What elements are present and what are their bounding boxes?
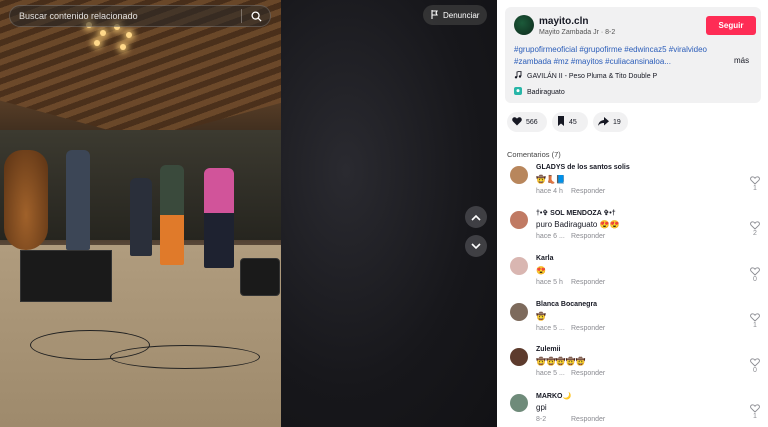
author-username[interactable]: mayito.cln (539, 16, 588, 27)
reply-button[interactable]: Responder (571, 188, 605, 195)
caption-more-link[interactable]: más (734, 56, 749, 65)
performer (160, 165, 184, 265)
stage-monitor-speaker (240, 258, 280, 296)
comment-time: hace 5 ... (536, 325, 565, 332)
comment-item: †•✞ SOL MENDOZA ✞•† puro Badiraguato 😍😍 … (507, 209, 763, 253)
commenter-name[interactable]: MARKO🌙 (536, 392, 571, 400)
bookmark-icon (557, 116, 565, 128)
chandelier-light (120, 44, 126, 50)
comment-text: 🤠 (536, 312, 546, 321)
commenter-avatar[interactable] (510, 166, 528, 184)
next-video-button[interactable] (465, 235, 487, 257)
search-input[interactable]: Buscar contenido relacionado (10, 11, 241, 21)
comments-title: Comentarios (7) (507, 150, 561, 159)
location-name: Badiraguato (527, 88, 565, 96)
save-button[interactable]: 45 (552, 112, 588, 132)
author-avatar[interactable] (514, 15, 534, 35)
heart-icon (512, 116, 522, 128)
double-bass (4, 150, 48, 250)
stage-monitor-speaker (20, 250, 112, 302)
comment-time: hace 6 ... (536, 233, 565, 240)
share-button[interactable]: 19 (593, 112, 628, 132)
comment-like-count: 0 (753, 367, 757, 374)
commenter-name[interactable]: Zulemii (536, 346, 561, 353)
like-button[interactable]: 566 (507, 112, 547, 132)
reply-button[interactable]: Responder (571, 370, 605, 377)
location-pin-icon (514, 87, 522, 97)
share-arrow-icon (598, 116, 609, 128)
comment-item: Blanca Bocanegra 🤠 hace 5 ... Responder … (507, 301, 763, 345)
commenter-avatar[interactable] (510, 303, 528, 321)
comment-like-count: 1 (753, 413, 757, 420)
comment-item: Karla 😍 hace 5 h Responder 0 (507, 255, 763, 299)
commenter-name[interactable]: Karla (536, 255, 554, 262)
commenter-avatar[interactable] (510, 348, 528, 366)
comment-text: gpi (536, 403, 547, 412)
previous-video-button[interactable] (465, 206, 487, 228)
search-icon[interactable] (242, 5, 270, 27)
comment-like-count: 1 (753, 185, 757, 192)
reply-button[interactable]: Responder (571, 416, 605, 423)
video-player[interactable]: Buscar contenido relacionado Denunciar (0, 0, 497, 427)
comment-item: MARKO🌙 gpi 8-2 Responder 1 (507, 392, 763, 427)
video-info-card: mayito.cln Mayito Zambada Jr · 8-2 Segui… (505, 7, 761, 103)
reply-button[interactable]: Responder (571, 233, 605, 240)
flag-icon (431, 9, 439, 21)
report-label: Denunciar (443, 10, 480, 20)
post-date: 8-2 (605, 29, 616, 36)
performer (130, 178, 152, 256)
chandelier-light (94, 40, 100, 46)
comment-text: 😍 (536, 266, 546, 275)
comment-like-count: 1 (753, 322, 757, 329)
commenter-avatar[interactable] (510, 257, 528, 275)
comment-time: hace 5 ... (536, 370, 565, 377)
follow-button[interactable]: Seguir (706, 16, 756, 35)
chandelier-light (126, 32, 132, 38)
commenter-name[interactable]: GLADYS de los santos solis (536, 164, 630, 171)
comment-item: Zulemii 🤠🤠🤠🤠🤠 hace 5 ... Responder 0 (507, 346, 763, 390)
chevron-up-icon (471, 208, 481, 226)
author-display-name: Mayito Zambada Jr (539, 29, 599, 36)
music-link[interactable]: GAVILÁN II - Peso Pluma & Tito Double P (514, 70, 658, 81)
comment-text: 🤠🤠🤠🤠🤠 (536, 357, 586, 366)
performer (204, 168, 234, 268)
report-button[interactable]: Denunciar (423, 5, 488, 25)
author-subline: Mayito Zambada Jr · 8-2 (539, 29, 615, 36)
commenter-avatar[interactable] (510, 211, 528, 229)
commenter-name[interactable]: †•✞ SOL MENDOZA ✞•† (536, 209, 616, 217)
comment-time: 8-2 (536, 416, 547, 423)
comment-item: GLADYS de los santos solis 🤠👢📘 hace 4 h … (507, 164, 763, 208)
floor-cable (110, 345, 260, 369)
performer (66, 150, 90, 250)
reply-button[interactable]: Responder (571, 325, 605, 332)
reply-button[interactable]: Responder (571, 279, 605, 286)
chandelier-light (100, 30, 106, 36)
action-bar: 566 45 19 (507, 112, 628, 132)
music-title: GAVILÁN II - Peso Pluma & Tito Double P (527, 72, 658, 80)
details-panel: mayito.cln Mayito Zambada Jr · 8-2 Segui… (497, 0, 768, 427)
music-note-icon (514, 70, 522, 81)
commenter-name[interactable]: Blanca Bocanegra (536, 301, 597, 308)
share-count: 19 (613, 118, 621, 126)
comment-like-count: 2 (753, 230, 757, 237)
like-count: 566 (526, 118, 538, 126)
location-link[interactable]: Badiraguato (514, 87, 565, 97)
comment-like-count: 0 (753, 276, 757, 283)
commenter-avatar[interactable] (510, 394, 528, 412)
app-root: Buscar contenido relacionado Denunciar m… (0, 0, 768, 427)
chevron-down-icon (471, 237, 481, 255)
comment-time: hace 5 h (536, 279, 563, 286)
save-count: 45 (569, 118, 577, 126)
video-frame[interactable] (0, 0, 281, 427)
comment-text: 🤠👢📘 (536, 175, 566, 184)
comment-time: hace 4 h (536, 188, 563, 195)
comment-text: puro Badiraguato 😍😍 (536, 220, 620, 229)
caption-hashtags[interactable]: #grupofirmeoficial #grupofirme #edwincaz… (514, 44, 726, 68)
related-search-bar[interactable]: Buscar contenido relacionado (9, 5, 271, 27)
